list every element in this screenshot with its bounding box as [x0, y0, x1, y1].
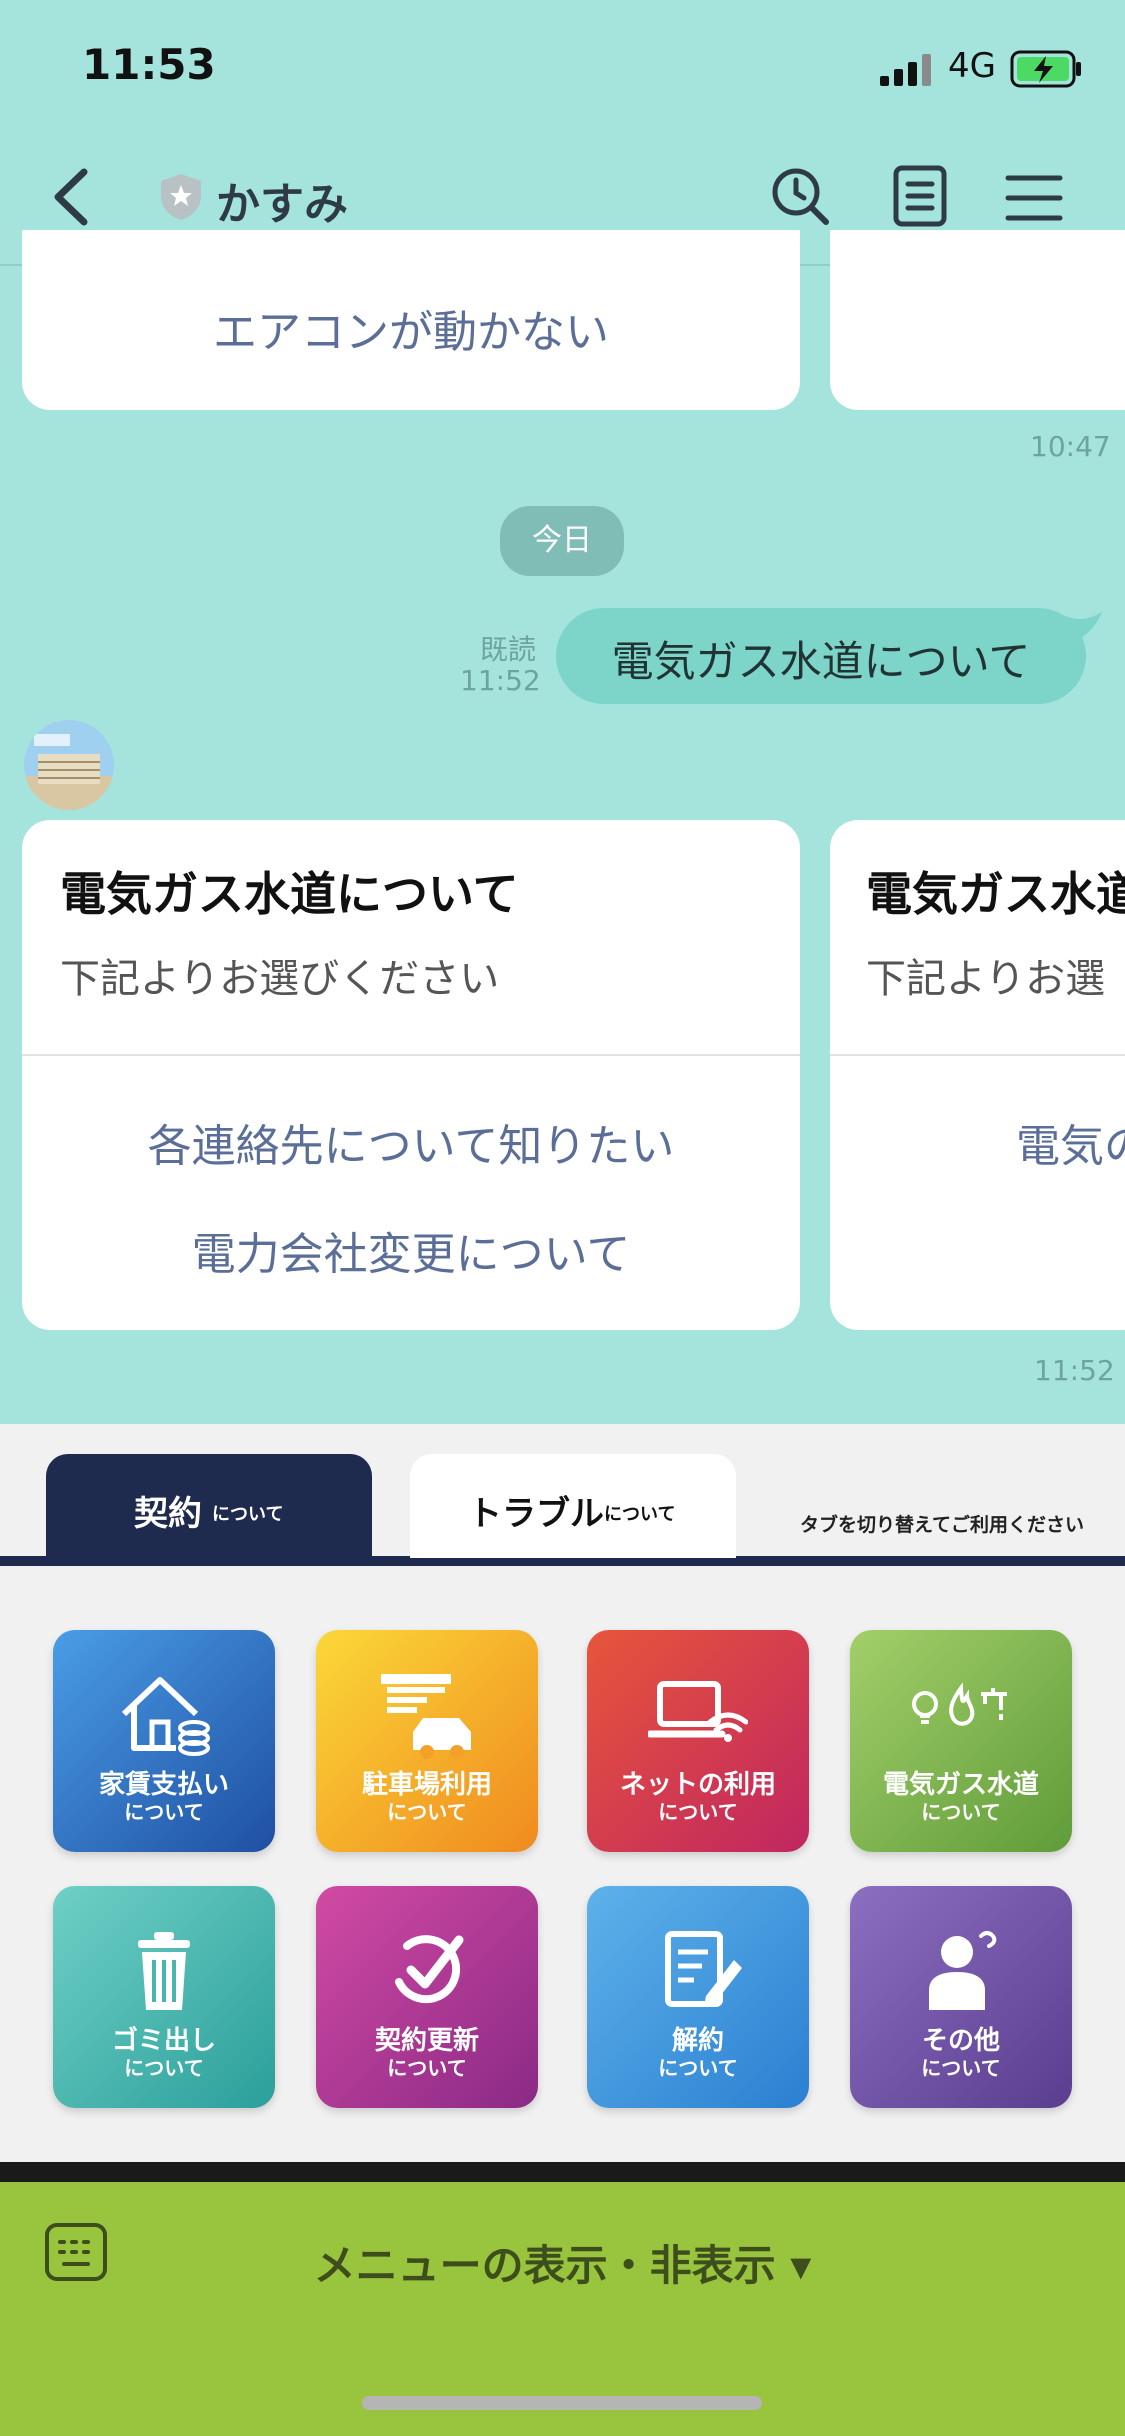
tab-sublabel: について	[604, 1504, 676, 1525]
official-shield-icon	[161, 174, 201, 220]
carousel-link-electric[interactable]: 電気の	[1016, 1110, 1125, 1174]
tile-sublabel: について	[921, 1800, 1001, 1824]
notes-icon[interactable]	[890, 164, 950, 228]
trash-icon	[138, 1932, 190, 2010]
person-question-icon	[929, 1931, 997, 2010]
message-timestamp: 11:52	[1034, 1354, 1115, 1387]
carousel-card-subtitle: 下記よりお選	[866, 956, 1106, 1002]
menu-tile-internet[interactable]: ネットの利用 について	[587, 1630, 809, 1852]
menu-tile-parking[interactable]: 駐車場利用 について	[316, 1630, 538, 1852]
tab-trouble[interactable]: トラブル について	[410, 1454, 736, 1558]
date-separator: 今日	[500, 506, 624, 576]
tab-contract[interactable]: 契約 について	[46, 1454, 372, 1558]
message-timestamp: 10:47	[1030, 430, 1111, 463]
menu-tile-utilities[interactable]: 電気ガス水道 について	[850, 1630, 1072, 1852]
carousel-link-power-company[interactable]: 電力会社変更について	[22, 1218, 800, 1282]
carousel-card-title: 電気ガス水道について	[60, 867, 519, 921]
tile-sublabel: について	[387, 1800, 467, 1824]
tile-sublabel: について	[124, 1800, 204, 1824]
hamburger-menu-icon[interactable]	[1004, 172, 1064, 224]
tab-hint: タブを切り替えてご利用ください	[800, 1514, 1085, 1536]
carousel-link-aircon[interactable]: エアコンが動かない	[22, 296, 800, 360]
tile-sublabel: について	[124, 2056, 204, 2080]
menu-toggle-label[interactable]: メニューの表示・非表示 ▾	[0, 2232, 1125, 2293]
tile-sublabel: について	[658, 1800, 738, 1824]
tile-sublabel: について	[658, 2056, 738, 2080]
carousel-link-contacts[interactable]: 各連絡先について知りたい	[22, 1110, 800, 1174]
renew-check-icon	[395, 1935, 464, 2004]
menu-tile-cancellation[interactable]: 解約 について	[587, 1886, 809, 2108]
battery-charging-icon	[1010, 50, 1081, 88]
read-receipt: 既読	[480, 633, 537, 666]
user-message-text: 電気ガス水道について	[611, 637, 1031, 686]
tab-label: トラブル	[468, 1494, 604, 1534]
tab-label: 契約	[134, 1494, 202, 1534]
tab-sublabel: について	[212, 1504, 284, 1525]
rich-menu-border	[0, 2162, 1125, 2182]
menu-tile-renewal[interactable]: 契約更新 について	[316, 1886, 538, 2108]
status-time: 11:53	[82, 40, 216, 89]
utilities-icon	[912, 1682, 1007, 1726]
tile-sublabel: について	[921, 2056, 1001, 2080]
signal-icon	[880, 54, 931, 86]
menu-tile-rent[interactable]: 家賃支払い について	[53, 1630, 275, 1852]
carousel-card-subtitle: 下記よりお選びください	[60, 956, 500, 1002]
house-coins-icon	[121, 1677, 210, 1756]
bot-avatar[interactable]	[24, 720, 114, 810]
previous-carousel-card-2	[830, 230, 1125, 410]
menu-tile-other[interactable]: その他 について	[850, 1886, 1072, 2108]
search-history-icon[interactable]	[768, 164, 832, 228]
document-edit-icon	[665, 1931, 742, 2007]
laptop-wifi-icon	[648, 1681, 748, 1742]
tile-sublabel: について	[387, 2056, 467, 2080]
parking-car-icon	[381, 1674, 471, 1759]
home-indicator	[362, 2396, 762, 2410]
card-divider	[830, 1054, 1125, 1056]
back-arrow-icon[interactable]	[44, 162, 104, 232]
menu-tile-garbage[interactable]: ゴミ出し について	[53, 1886, 275, 2108]
network-type: 4G	[948, 46, 996, 86]
carousel-card-title: 電気ガス水道	[866, 867, 1125, 921]
message-time: 11:52	[460, 664, 541, 697]
chat-title: かすみ	[216, 179, 348, 230]
card-divider	[22, 1054, 800, 1056]
